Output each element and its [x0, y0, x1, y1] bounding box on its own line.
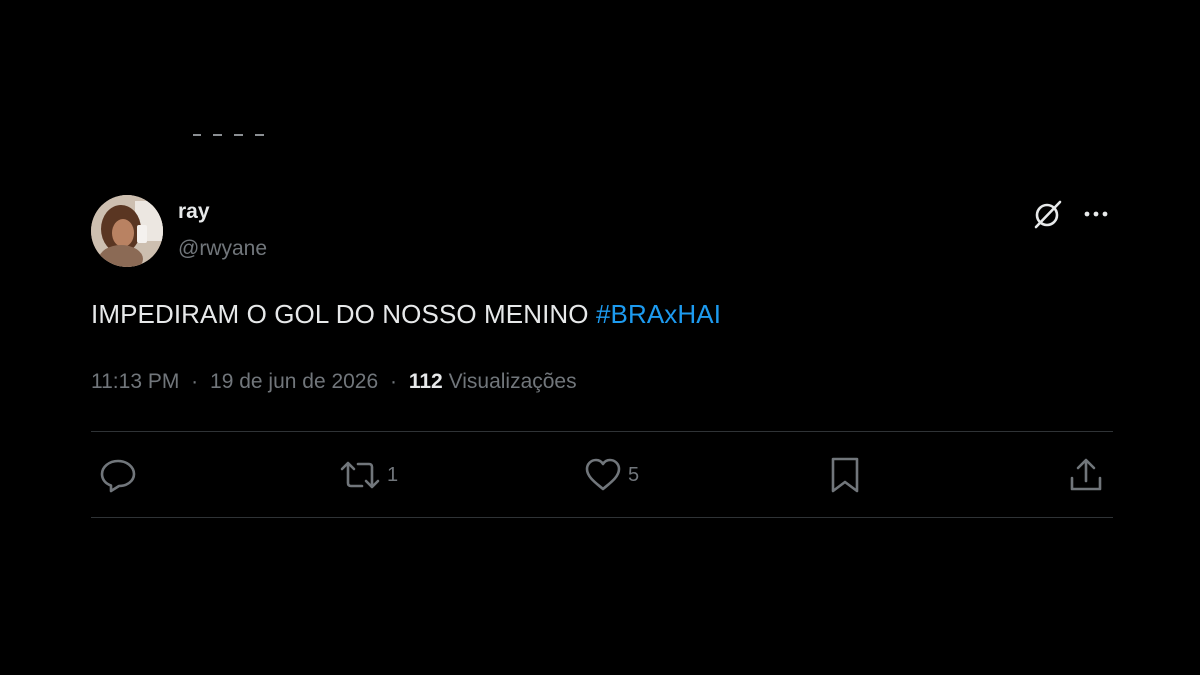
like-count: 5	[628, 463, 640, 486]
like-button[interactable]: 5	[584, 453, 639, 497]
tweet-metadata: 11:13 PM · 19 de jun de 2026 · 112 Visua…	[91, 370, 577, 394]
cropped-content-remnant	[193, 134, 276, 137]
tweet-time[interactable]: 11:13 PM	[91, 370, 179, 393]
heart-icon	[585, 458, 621, 491]
user-handle[interactable]: @rwyane	[178, 237, 267, 261]
meta-separator: ·	[191, 370, 199, 393]
action-bar: 1 5	[91, 453, 1113, 497]
bookmark-button[interactable]	[828, 453, 862, 497]
grok-icon[interactable]	[1031, 197, 1065, 231]
retweet-button[interactable]: 1	[339, 453, 398, 497]
meta-separator: ·	[390, 370, 398, 393]
hashtag-link[interactable]: #BRAxHAI	[596, 299, 721, 329]
divider	[91, 517, 1113, 518]
page: ray @rwyane IMPEDIRAM O GOL DO NOSSO MEN…	[0, 0, 1200, 675]
retweet-count: 1	[387, 463, 399, 486]
reply-icon	[100, 459, 136, 493]
retweet-icon	[340, 461, 380, 489]
share-icon	[1070, 458, 1102, 491]
views-label[interactable]: Visualizações	[449, 370, 577, 393]
tweet-text-body: IMPEDIRAM O GOL DO NOSSO MENINO	[91, 299, 596, 329]
bookmark-icon	[831, 457, 859, 493]
display-name[interactable]: ray	[178, 200, 210, 224]
reply-button[interactable]	[99, 453, 143, 497]
views-count[interactable]: 112	[409, 370, 443, 393]
tweet-text: IMPEDIRAM O GOL DO NOSSO MENINO #BRAxHAI	[91, 299, 721, 330]
avatar-photo	[91, 195, 163, 267]
more-icon[interactable]	[1081, 201, 1111, 227]
share-button[interactable]	[1068, 453, 1104, 497]
divider	[91, 431, 1113, 432]
tweet-date[interactable]: 19 de jun de 2026	[210, 370, 378, 393]
avatar[interactable]	[91, 195, 163, 267]
